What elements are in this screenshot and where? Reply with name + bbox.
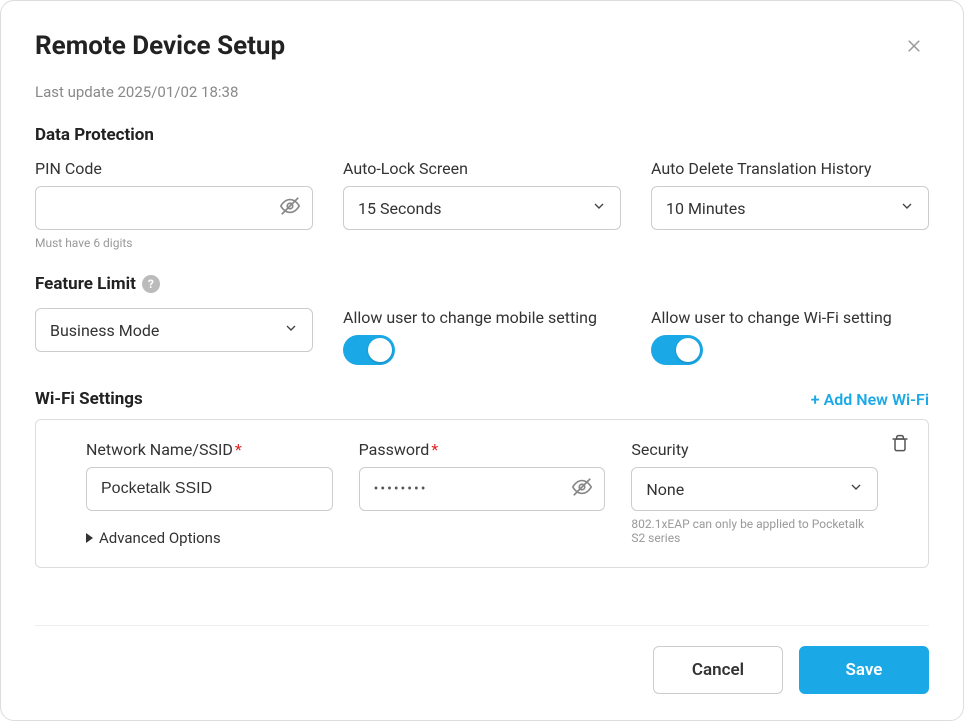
- security-label: Security: [631, 440, 878, 459]
- auto-delete-label: Auto Delete Translation History: [651, 159, 929, 178]
- add-wifi-button[interactable]: + Add New Wi-Fi: [811, 390, 929, 409]
- close-button[interactable]: [899, 31, 929, 61]
- toggle-password-visibility-button[interactable]: [571, 476, 593, 502]
- allow-mobile-toggle[interactable]: [343, 335, 395, 365]
- section-feature-limit: Feature Limit ?: [35, 274, 929, 294]
- help-icon[interactable]: ?: [142, 275, 160, 293]
- caret-right-icon: [86, 533, 93, 543]
- allow-wifi-label: Allow user to change Wi-Fi setting: [651, 308, 929, 327]
- section-wifi-settings: Wi-Fi Settings: [35, 389, 143, 409]
- save-button[interactable]: Save: [799, 646, 929, 694]
- security-select[interactable]: None: [631, 467, 878, 511]
- password-input[interactable]: ••••••••: [359, 467, 606, 511]
- delete-wifi-button[interactable]: [890, 434, 910, 458]
- trash-icon: [890, 434, 910, 454]
- security-note: 802.1xEAP can only be applied to Pocketa…: [631, 517, 878, 545]
- toggle-pin-visibility-button[interactable]: [279, 195, 301, 221]
- auto-lock-select[interactable]: 15 Seconds: [343, 186, 621, 230]
- pin-code-input[interactable]: [35, 186, 313, 230]
- ssid-input[interactable]: [86, 467, 333, 511]
- plus-icon: +: [811, 390, 820, 409]
- password-label: Password*: [359, 440, 606, 459]
- pin-helper-text: Must have 6 digits: [35, 236, 313, 250]
- advanced-options-toggle[interactable]: Advanced Options: [86, 529, 333, 547]
- allow-wifi-toggle[interactable]: [651, 335, 703, 365]
- allow-mobile-label: Allow user to change mobile setting: [343, 308, 621, 327]
- eye-off-icon: [279, 195, 301, 217]
- eye-off-icon: [571, 476, 593, 498]
- section-data-protection: Data Protection: [35, 125, 929, 145]
- auto-delete-select[interactable]: 10 Minutes: [651, 186, 929, 230]
- feature-mode-select[interactable]: Business Mode: [35, 308, 313, 352]
- ssid-label: Network Name/SSID*: [86, 440, 333, 459]
- cancel-button[interactable]: Cancel: [653, 646, 783, 694]
- wifi-entry-card: Network Name/SSID* Advanced Options Pass…: [35, 419, 929, 568]
- dialog-title: Remote Device Setup: [35, 31, 285, 61]
- dialog-footer: Cancel Save: [35, 625, 929, 694]
- close-icon: [905, 37, 923, 55]
- last-update-text: Last update 2025/01/02 18:38: [35, 83, 929, 101]
- pin-code-label: PIN Code: [35, 159, 313, 178]
- remote-device-setup-dialog: Remote Device Setup Last update 2025/01/…: [0, 0, 964, 721]
- auto-lock-label: Auto-Lock Screen: [343, 159, 621, 178]
